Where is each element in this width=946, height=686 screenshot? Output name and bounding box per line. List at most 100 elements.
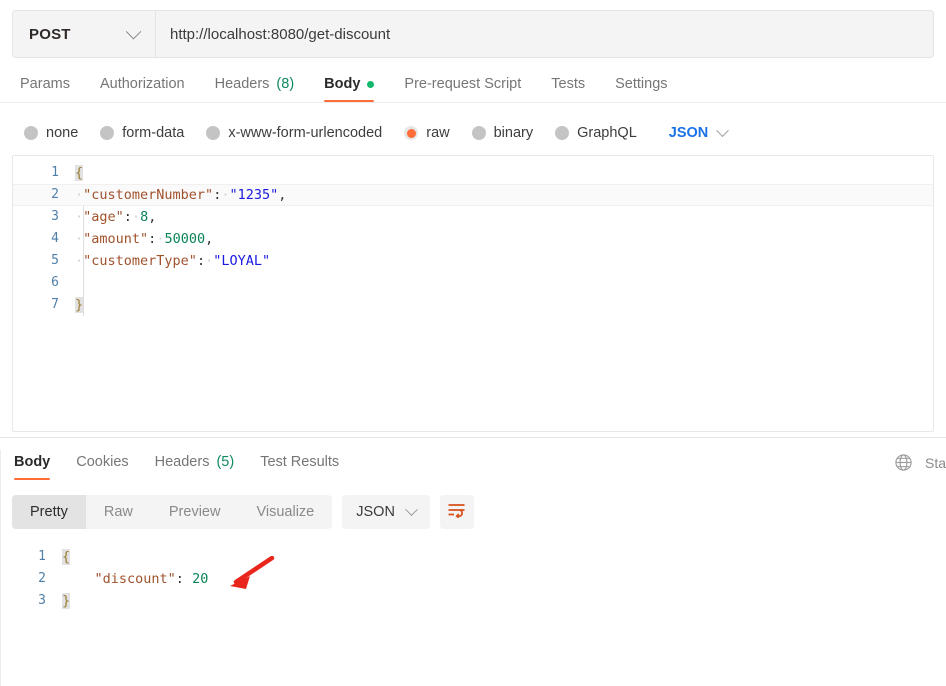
close-brace: }: [62, 593, 71, 609]
line-number: 7: [51, 297, 59, 312]
chevron-down-icon: [125, 23, 142, 39]
response-view-raw-label: Raw: [103, 504, 133, 520]
code-line: 4 ·"amount":·50000,: [13, 228, 933, 250]
response-tab-headers-label: Headers: [154, 454, 210, 470]
chevron-down-icon: [405, 502, 418, 516]
tab-body[interactable]: Body: [324, 76, 375, 102]
globe-icon[interactable]: [894, 453, 913, 472]
word-wrap-icon: [447, 502, 466, 523]
response-tabs: Body Cookies Headers (5) Test Results St…: [0, 438, 946, 480]
tab-headers[interactable]: Headers (8): [215, 76, 295, 102]
open-brace: {: [62, 549, 71, 565]
tab-pre-request-script-label: Pre-request Script: [404, 76, 522, 92]
response-view-bar: Pretty Raw Preview Visualize JSON: [0, 480, 946, 532]
response-view-visualize[interactable]: Visualize: [238, 495, 332, 529]
response-view-raw[interactable]: Raw: [86, 495, 151, 529]
tab-tests[interactable]: Tests: [551, 76, 585, 102]
code-line: 2 "discount": 20: [0, 568, 946, 590]
request-code: 1 { 2 ·"customerNumber":·"1235", 3 ·"age…: [13, 156, 933, 316]
response-body-viewer[interactable]: 1 { 2 "discount": 20 3 }: [0, 532, 946, 652]
radio-selected-icon: [404, 126, 419, 140]
response-status-text: Sta: [924, 454, 946, 471]
http-method-dropdown[interactable]: POST: [13, 11, 156, 57]
response-tab-headers[interactable]: Headers (5): [155, 454, 235, 480]
line-number: 3: [38, 593, 46, 608]
response-view-preview[interactable]: Preview: [151, 495, 239, 529]
body-type-graphql[interactable]: GraphQL: [555, 125, 637, 141]
chevron-down-icon: [716, 123, 730, 137]
request-format-dropdown[interactable]: JSON: [669, 123, 730, 141]
response-code: 1 { 2 "discount": 20 3 }: [0, 540, 946, 612]
json-colon: :: [196, 253, 206, 269]
tab-params-label: Params: [20, 76, 70, 92]
request-tabs: Params Authorization Headers (8) Body Pr…: [0, 58, 946, 102]
json-key: "age": [83, 209, 124, 225]
body-type-binary[interactable]: binary: [471, 125, 534, 141]
http-method-label: POST: [29, 25, 71, 43]
whitespace-dot: ·: [131, 209, 141, 225]
close-brace: }: [75, 297, 84, 313]
line-number: 3: [51, 209, 59, 224]
response-view-segmented-control: Pretty Raw Preview Visualize: [12, 495, 333, 529]
body-type-raw[interactable]: raw: [404, 125, 450, 141]
response-view-pretty[interactable]: Pretty: [12, 495, 86, 529]
tab-headers-count: (8): [276, 76, 295, 92]
body-type-form-data-label: form-data: [122, 125, 185, 141]
whitespace-dot: ·: [75, 231, 84, 247]
json-colon: :: [175, 571, 184, 587]
response-tab-cookies[interactable]: Cookies: [76, 454, 128, 480]
body-type-raw-label: raw: [426, 125, 450, 141]
line-number: 6: [51, 275, 59, 290]
code-line: 2 ·"customerNumber":·"1235",: [13, 184, 933, 206]
url-bar: POST http://localhost:8080/get-discount: [12, 10, 934, 58]
response-tab-body[interactable]: Body: [14, 454, 51, 480]
code-line: 7 }: [13, 294, 933, 316]
json-value: "1235": [229, 187, 279, 203]
response-tab-headers-count: (5): [216, 454, 235, 470]
body-type-graphql-label: GraphQL: [577, 125, 637, 141]
body-type-form-data[interactable]: form-data: [100, 125, 184, 141]
word-wrap-button[interactable]: [439, 495, 474, 529]
body-type-none[interactable]: none: [24, 125, 78, 141]
request-body-editor[interactable]: 1 { 2 ·"customerNumber":·"1235", 3 ·"age…: [12, 155, 934, 432]
line-number: 4: [51, 231, 59, 246]
body-type-binary-label: binary: [493, 125, 534, 141]
response-tab-cookies-label: Cookies: [76, 454, 129, 470]
tab-settings-label: Settings: [615, 76, 668, 92]
line-number: 5: [51, 253, 59, 268]
tab-headers-label: Headers: [214, 76, 270, 92]
tab-authorization-label: Authorization: [99, 76, 185, 92]
tab-pre-request-script[interactable]: Pre-request Script: [404, 76, 521, 102]
json-value: 8: [140, 209, 149, 225]
json-key: "discount": [94, 571, 176, 587]
whitespace-dot: ·: [75, 209, 84, 225]
whitespace-dot: ·: [205, 253, 214, 269]
line-number: 1: [51, 165, 59, 180]
radio-icon: [100, 126, 115, 140]
response-tab-test-results[interactable]: Test Results: [260, 454, 339, 480]
open-brace: {: [75, 165, 84, 181]
response-format-dropdown[interactable]: JSON: [342, 495, 430, 529]
body-type-none-label: none: [46, 125, 79, 141]
json-key: "customerNumber": [83, 187, 214, 203]
radio-icon: [471, 126, 486, 140]
json-key: "amount": [83, 231, 149, 247]
body-type-urlencoded[interactable]: x-www-form-urlencoded: [206, 125, 382, 141]
url-input[interactable]: http://localhost:8080/get-discount: [156, 11, 933, 57]
tab-params[interactable]: Params: [20, 76, 70, 102]
code-line: 3 ·"age":·8,: [13, 206, 933, 228]
radio-icon: [206, 126, 221, 140]
tab-authorization[interactable]: Authorization: [100, 76, 185, 102]
response-view-pretty-label: Pretty: [30, 504, 68, 520]
whitespace-dot: ·: [75, 187, 84, 203]
code-line: 6: [13, 272, 933, 294]
tab-settings[interactable]: Settings: [615, 76, 667, 102]
code-line: 3 }: [0, 590, 946, 612]
tab-body-label: Body: [324, 76, 361, 92]
body-type-radio-group: none form-data x-www-form-urlencoded raw…: [0, 103, 946, 149]
tab-tests-label: Tests: [551, 76, 586, 92]
whitespace-dot: ·: [75, 253, 84, 269]
code-line: 5 ·"customerType":·"LOYAL": [13, 250, 933, 272]
json-comma: ,: [205, 231, 214, 247]
json-value: 50000: [164, 231, 206, 247]
